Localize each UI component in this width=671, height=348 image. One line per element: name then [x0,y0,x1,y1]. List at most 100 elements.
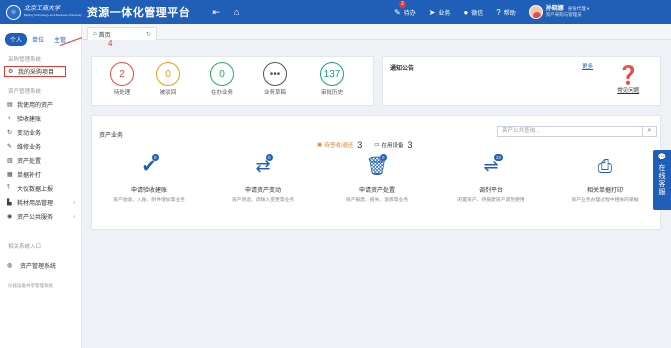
stat-value: 2 [110,62,134,86]
user-menu[interactable]: 孙晓娜 身份代理 ▾ 资产采购与管理员 [528,5,590,19]
monitor-icon: ▭ [374,142,380,148]
university-logo[interactable]: ◎ 北京工商大学 Beijing Technology and Business… [6,4,82,20]
tab-personal[interactable]: 个人 [5,33,28,46]
help-label: 帮助 [503,10,516,17]
tab-home[interactable]: ⌂ 首页 ↻ [87,27,157,40]
home-icon[interactable]: ⌂ [234,7,239,17]
sidebar-item-label: 耗材用品管理 [17,201,54,207]
asset-search-input[interactable]: 资产公共查询... ⌕ [497,126,657,137]
wechat-button[interactable]: ● 微信 [463,8,483,17]
notice-more-link[interactable]: 更多 [582,62,593,70]
sidebar-item-label: 单据补打 [17,173,42,179]
service-icon: ◉ [7,214,13,220]
sidebar-item[interactable]: ▤ 我使用的资产 [0,99,81,110]
sidebar-item-label: 我使用的资产 [17,103,54,109]
page-tab-strip: ⌂ 首页 ↻ [82,24,671,40]
box-icon: ▙ [7,200,12,206]
stat-label: 待处理 [113,90,131,96]
chevron-left-icon: ‹ [73,199,75,206]
search-icon[interactable]: ⌕ [642,126,656,137]
business-item[interactable]: ⇌ 22 调剂平台闲置资产、待报废资产调剂使用 [434,154,548,203]
refresh-icon: ↻ [7,130,13,136]
refresh-icon[interactable]: ↻ [146,31,151,38]
stat-value: 0 [156,62,180,86]
sidebar-item[interactable]: ◉ 资产公共服务 ‹ [0,211,81,222]
stat-item[interactable]: 0 在办业务 [206,62,238,96]
sidebar-item[interactable]: ▙ 耗材用品管理 ‹ [0,197,81,208]
trash-icon: 🗑 0 [320,154,434,182]
business-item-desc: 闲置资产、待报废资产调剂使用 [457,198,525,203]
faq-button[interactable]: ❓ 常见问题 [617,65,639,94]
todo-badge: 2 [399,0,406,8]
counter2-label[interactable]: 在用设备 [381,141,403,149]
search-placeholder: 资产公共查询... [502,128,540,134]
upload-icon: ⤒ [7,185,10,191]
business-item-desc: 资产报废、报失、退库等业务 [345,198,409,203]
sidebar-item-label: 验收建账 [17,117,42,123]
online-service-button[interactable]: 💬 在线客服 [653,150,671,210]
sidebar-item-label: 我的采购项目 [18,70,55,76]
business-item[interactable]: ⎙ 相关单据打印 资产业务办理过程中相关的单据 [548,156,662,203]
sidebar-item-asset-system[interactable]: ◍ 资产管理系统 [0,260,81,271]
sidebar-item[interactable]: ✎ 维修业务 [0,141,81,152]
section-instrument: 仪器设备共享管理系统 [8,283,53,288]
print-icon: ▦ [7,172,13,178]
collapse-sidebar-icon[interactable]: ⇤ [212,7,220,18]
sidebar-item-label: 变动业务 [17,131,42,137]
counter1-label[interactable]: 待签收/退还 [324,141,353,149]
business-button[interactable]: ➤ 业务 [429,8,451,17]
section-purchase: 采购管理系统 [8,57,42,63]
seal-icon: ◎ [6,4,21,20]
sidebar-item[interactable]: ▦ 单据补打 [0,169,81,180]
stat-item[interactable]: 137 审批历史 [316,62,348,96]
stat-label: 被驳回 [159,90,177,96]
business-item[interactable]: ✔ 0 申请验收建账 资产验收、入账、附件增加等业务 [92,154,206,203]
user-role: 资产采购与管理员 [545,12,582,17]
chat-bubble-icon: 💬 [657,154,667,161]
todo-label: 待办 [403,10,416,17]
business-item-badge: 0 [266,154,273,161]
help-button[interactable]: ? 帮助 [496,8,515,17]
business-item-title: 调剂平台 [478,188,503,194]
tab-unit[interactable]: 单位 [27,33,49,46]
sidebar-item[interactable]: ⤒ 大仪数据上报 [0,183,81,194]
wrench-icon: ✎ [7,144,13,150]
stat-item[interactable]: 2 待处理 [106,62,138,96]
transfer-icon: ⇌ 22 [434,154,548,182]
business-item-badge: 0 [380,154,387,161]
wechat-label: 微信 [471,10,484,17]
business-item-desc: 资产领退、调拨人变更等业务 [231,198,295,203]
stat-label: 业务草稿 [263,90,286,96]
avatar [528,5,543,19]
app-title: 资源一体化管理平台 [86,7,191,19]
sidebar-item[interactable]: ↻ 变动业务 [0,127,81,138]
stat-value: ••• [263,62,287,86]
business-item[interactable]: ⇄ 0 申请资产变动 资产领退、调拨人变更等业务 [206,154,320,203]
sidebar-item-label: 资产处置 [17,159,42,165]
sidebar-item[interactable]: ▥ 资产处置 [0,155,81,166]
todo-button[interactable]: ✎ 2 待办 [394,0,416,17]
proxy-dropdown[interactable]: 身份代理 ▾ [568,6,590,11]
counter2-value: 3 [407,140,413,150]
online-service-label: 在线客服 [658,165,666,196]
sidebar-item[interactable]: ◔ 验收建账 [0,113,81,124]
receive-icon: ▣ [317,142,323,148]
business-item-badge: 22 [494,154,504,161]
tab-home-label: 首页 [98,32,111,39]
sidebar-item-label: 资产管理系统 [20,264,57,270]
chevron-left-icon: ‹ [73,213,75,220]
faq-icon: ❓ [617,65,640,85]
asset-system-icon: ◍ [7,263,13,269]
sidebar-item-my-purchase[interactable]: ⚙ 我的采购项目 [4,66,66,77]
home-small-icon: ⌂ [93,31,97,37]
business-item[interactable]: 🗑 0 申请资产处置 资产报废、报失、退库等业务 [320,154,434,203]
stat-label: 在办业务 [210,90,233,96]
stat-item[interactable]: 0 被驳回 [152,62,184,96]
notice-title: 通知公告 [390,66,415,72]
stat-item[interactable]: ••• 业务草稿 [259,62,291,96]
asset-business-card: 资产业务 资产公共查询... ⌕ ▣ 待签收/退还 3 ▭ 在用设备 3 ✔ 0 申… [91,115,661,230]
section-asset: 资产管理系统 [8,89,42,95]
sidebar-item-label: 大仪数据上报 [17,187,54,193]
check-clipboard-icon: ✔ 0 [92,154,206,182]
edit-icon: ✎ [394,7,401,17]
